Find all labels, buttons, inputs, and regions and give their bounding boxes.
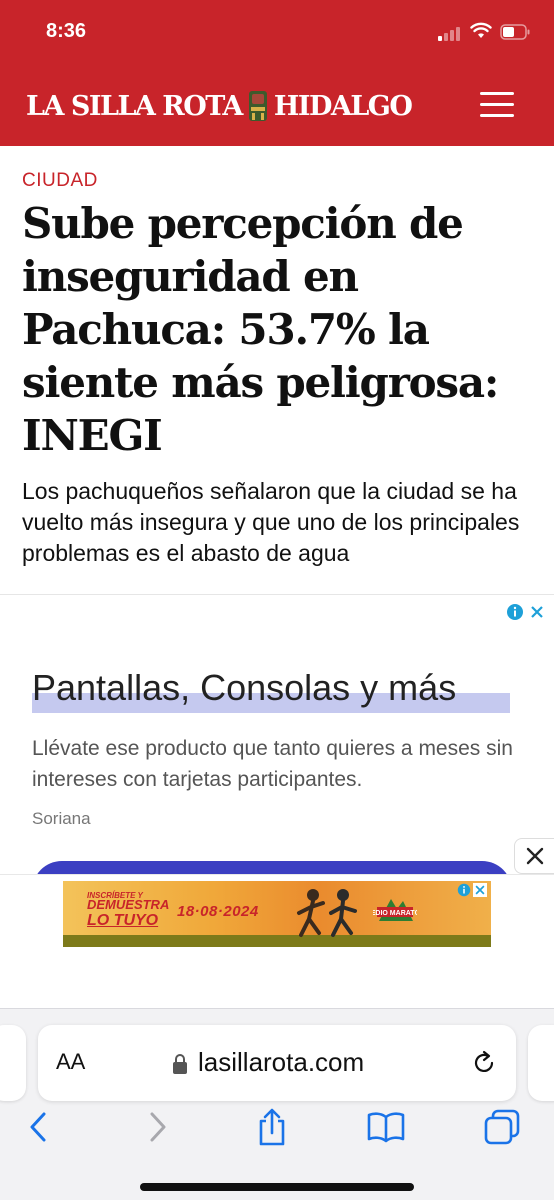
share-icon: [259, 1108, 285, 1146]
banner-date: 18·08·2024: [177, 903, 259, 920]
banner-ad-image[interactable]: INSCRÍBETE Y DEMUESTRA LO TUYO 18·08·202…: [63, 881, 491, 947]
url-text[interactable]: lasillarota.com: [198, 1047, 364, 1078]
navigation-toolbar: [0, 1105, 554, 1165]
banner-ground: [63, 935, 491, 947]
info-icon[interactable]: [506, 603, 524, 621]
back-button[interactable]: [16, 1105, 60, 1149]
ad-choices[interactable]: [506, 603, 546, 621]
tabs-icon: [484, 1109, 520, 1145]
forward-button[interactable]: [136, 1105, 180, 1149]
chair-emblem-icon: [248, 91, 267, 121]
battery-icon: [500, 24, 530, 40]
chevron-left-icon: [30, 1112, 46, 1142]
banner-line2: DEMUESTRA: [87, 897, 170, 912]
article-category[interactable]: CIUDAD: [22, 170, 98, 192]
reload-icon[interactable]: [470, 1049, 498, 1077]
address-bar[interactable]: AA lasillarota.com: [38, 1025, 516, 1101]
logo-text-right: HIDALGO: [273, 90, 413, 122]
browser-toolbar: AA lasillarota.com: [0, 1008, 554, 1200]
previous-tab-peek[interactable]: [0, 1025, 26, 1101]
close-ad-button[interactable]: [514, 838, 554, 874]
text-size-button[interactable]: AA: [56, 1049, 85, 1075]
article-summary: Los pachuqueños señalaron que la ciudad …: [22, 478, 520, 566]
logo-text-left: LA SILLA ROTA: [26, 90, 243, 122]
ad-description: Llévate ese producto que tanto quieres a…: [32, 737, 513, 791]
ad-brand: Soriana: [32, 809, 91, 828]
chevron-right-icon: [150, 1112, 166, 1142]
lock-icon: [173, 1054, 187, 1074]
site-logo[interactable]: LA SILLA ROTA HIDALGO: [26, 86, 413, 126]
article-headline: Sube percepción de inseguridad en Pachuc…: [22, 199, 499, 460]
book-icon: [367, 1112, 405, 1143]
sticky-banner-ad: INSCRÍBETE Y DEMUESTRA LO TUYO 18·08·202…: [0, 874, 554, 1008]
banner-badge: MEDIO MARATÓN: [373, 908, 417, 917]
cellular-signal-icon: [438, 25, 464, 41]
hamburger-icon[interactable]: [480, 92, 514, 118]
marathon-badge-icon: MEDIO MARATÓN: [373, 899, 417, 921]
banner-info-icon[interactable]: [457, 883, 471, 897]
bookmarks-button[interactable]: [364, 1105, 408, 1149]
tabs-button[interactable]: [480, 1105, 524, 1149]
home-indicator[interactable]: [140, 1183, 414, 1191]
display-ad[interactable]: Pantallas, Consolas y más Llévate ese pr…: [0, 594, 554, 876]
ad-title[interactable]: Pantallas, Consolas y más: [32, 667, 456, 709]
status-time: 8:36: [46, 20, 87, 42]
next-tab-peek[interactable]: [528, 1025, 554, 1101]
close-icon: [526, 847, 543, 865]
banner-ad-choices[interactable]: [457, 883, 487, 897]
runners-illustration: [297, 889, 357, 937]
ad-close-icon[interactable]: [528, 603, 546, 621]
share-button[interactable]: [250, 1105, 294, 1149]
wifi-icon: [470, 22, 492, 38]
banner-line3: LO TUYO: [87, 912, 159, 929]
banner-close-icon[interactable]: [473, 883, 487, 897]
